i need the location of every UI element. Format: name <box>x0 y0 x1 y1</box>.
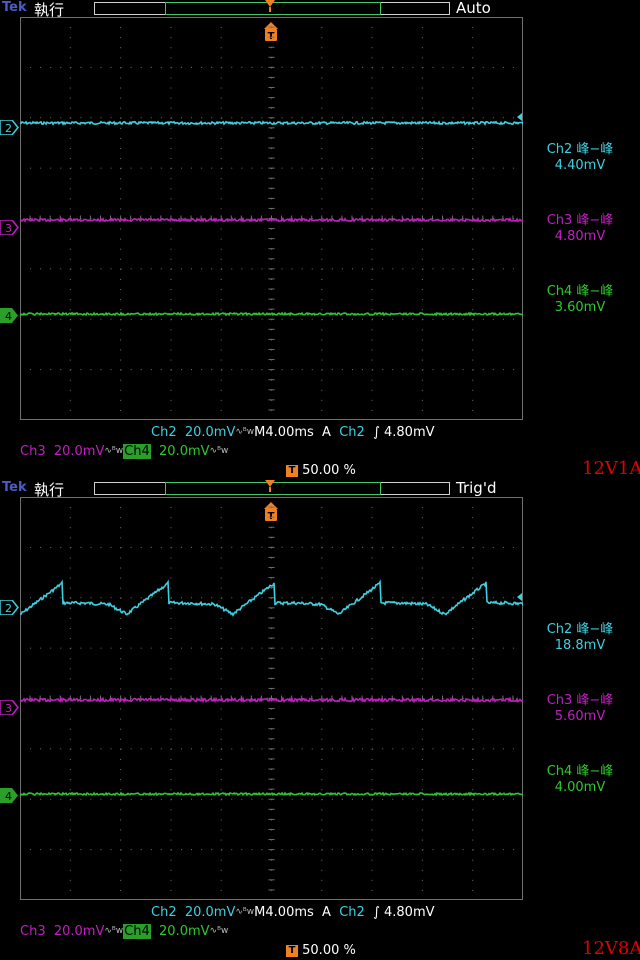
svg-text:2: 2 <box>5 122 12 135</box>
ch4-trace <box>20 791 523 797</box>
trigger-t-icon: T <box>286 464 298 477</box>
trigger-level-icon <box>517 113 522 121</box>
condition-tag: 12V8A <box>582 938 640 959</box>
status-row-2: Ch3 20.0mV∿ᴮwCh4 20.0mV∿ᴮw <box>20 444 229 459</box>
condition-tag: 12V1A <box>582 458 640 479</box>
channel-ground-arrow-icon: 4 <box>0 308 18 323</box>
graticule <box>20 17 523 420</box>
status-row-1: Ch2 20.0mV∿ᴮwM4.00ms A Ch2 ∫ 4.80mV <box>151 905 435 920</box>
svg-text:4: 4 <box>5 310 12 323</box>
acquisition-state: Auto <box>456 0 491 17</box>
trigger-t-icon: T <box>286 944 298 957</box>
trigger-position-readout: T 50.00 % <box>286 463 356 478</box>
trigger-level-icon <box>517 593 522 601</box>
channel-ground-arrow-icon: 2 <box>0 600 19 615</box>
measurement-ch3: Ch3 峰−峰 5.60mV <box>546 693 614 724</box>
acquisition-state: Trig'd <box>456 480 497 497</box>
svg-text:4: 4 <box>5 790 12 803</box>
svg-text:3: 3 <box>5 702 12 715</box>
measurement-ch2: Ch2 峰−峰 4.40mV <box>546 142 614 173</box>
svg-text:2: 2 <box>5 602 12 615</box>
measurement-ch4: Ch4 峰−峰 4.00mV <box>546 764 614 795</box>
ch2-trace <box>20 120 523 126</box>
channel-ground-arrow-icon: 4 <box>0 788 18 803</box>
graticule <box>20 497 523 900</box>
brand-logo: Tek <box>2 480 27 495</box>
brand-logo: Tek <box>2 0 27 15</box>
scope-screen-bottom: Tek 執行 Trig'd T 2 3 4 Ch2 峰−峰 18.8mV Ch3 … <box>0 480 640 960</box>
svg-text:3: 3 <box>5 222 12 235</box>
trigger-position-readout: T 50.00 % <box>286 943 356 958</box>
ch4-trace <box>20 311 523 317</box>
channel-ground-arrow-icon: 3 <box>0 700 19 715</box>
channel-ground-arrow-icon: 3 <box>0 220 19 235</box>
ch3-trace <box>20 216 523 223</box>
measurement-ch4: Ch4 峰−峰 3.60mV <box>546 284 614 315</box>
channel-ground-arrow-icon: 2 <box>0 120 19 135</box>
scope-screen-top: Tek 執行 Auto T 2 3 4 Ch2 峰−峰 4.40mV Ch3 峰−… <box>0 0 640 480</box>
measurement-ch2: Ch2 峰−峰 18.8mV <box>546 622 614 653</box>
trigger-position-icon <box>265 480 275 492</box>
status-row-1: Ch2 20.0mV∿ᴮwM4.00ms A Ch2 ∫ 4.80mV <box>151 425 435 440</box>
measurement-ch3: Ch3 峰−峰 4.80mV <box>546 213 614 244</box>
status-row-2: Ch3 20.0mV∿ᴮwCh4 20.0mV∿ᴮw <box>20 924 229 939</box>
trigger-position-icon <box>265 0 275 12</box>
